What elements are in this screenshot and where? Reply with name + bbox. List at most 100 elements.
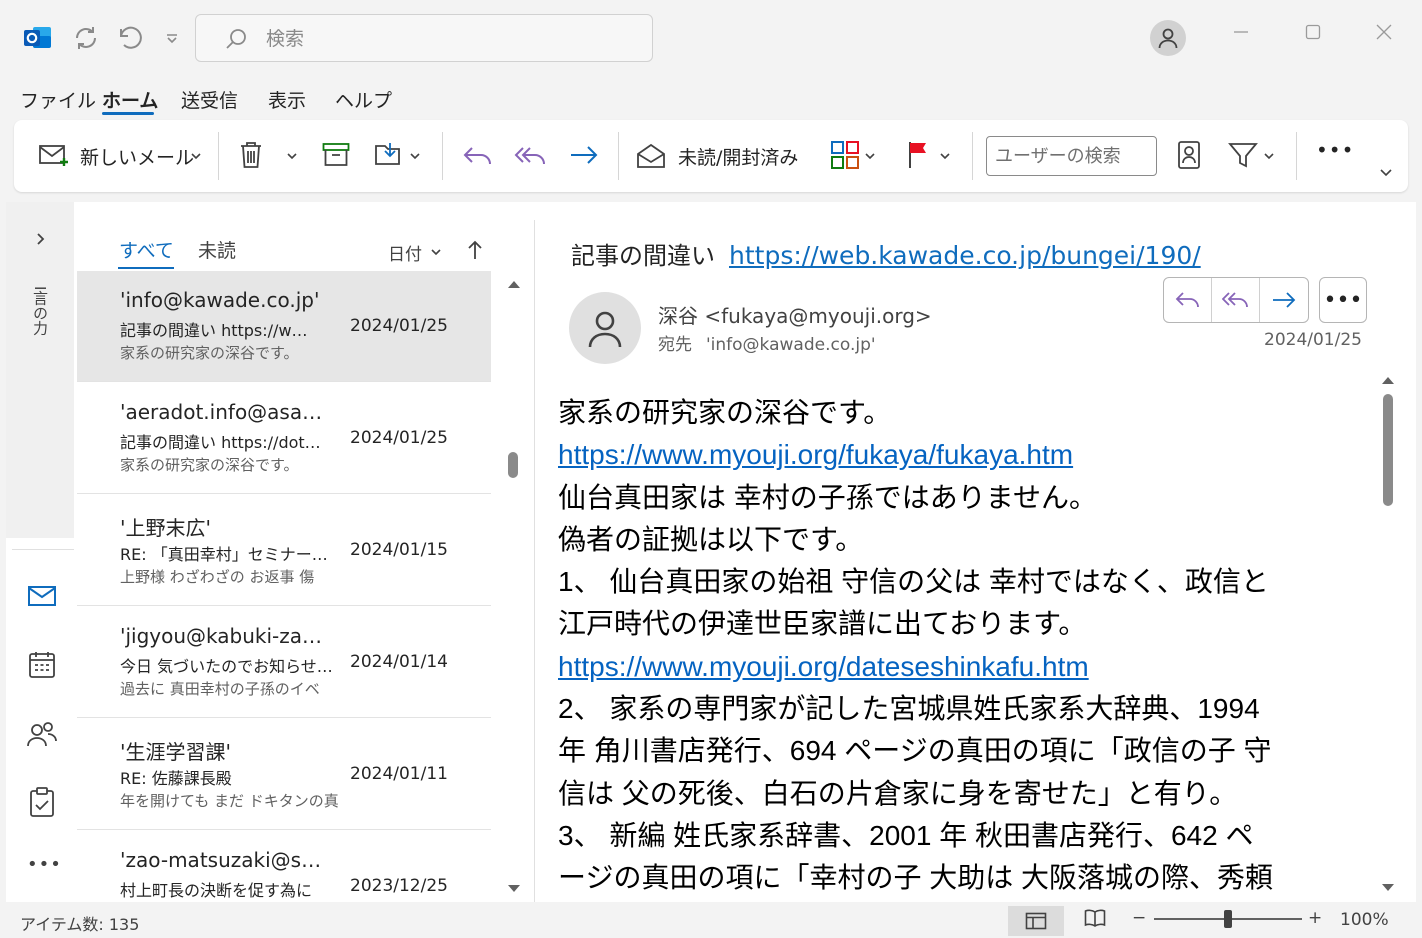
- nav-calendar[interactable]: [22, 645, 62, 685]
- body-line: 年 角川書店発行、694 ページの真田の項に「政信の子 守: [558, 735, 1272, 767]
- chevron-down-icon: [191, 153, 201, 160]
- message-row[interactable]: 'info@kawade.co.jp' 記事の間違い https://w… 20…: [77, 271, 491, 382]
- message-date: 2024/01/15: [350, 540, 448, 560]
- reply-all-icon: [1221, 292, 1248, 308]
- chevron-down-icon[interactable]: [939, 150, 951, 162]
- message-subject: RE: 佐藤課長殿: [120, 769, 232, 788]
- sort-direction-icon[interactable]: [466, 239, 484, 261]
- user-search-input[interactable]: [986, 136, 1157, 176]
- received-date: 2024/01/25: [1264, 330, 1362, 350]
- body-link[interactable]: https://www.myouji.org/fukaya/fukaya.htm: [558, 434, 1368, 476]
- reading-pane-scrollbar[interactable]: [1383, 394, 1393, 506]
- menu-view[interactable]: 表示: [268, 86, 306, 113]
- pane-divider[interactable]: [534, 220, 535, 902]
- menu-send-receive[interactable]: 送受信: [181, 86, 238, 113]
- categorize-button[interactable]: [830, 140, 860, 174]
- message-list-scrollbar[interactable]: [508, 452, 518, 478]
- tab-unread[interactable]: 未読: [198, 236, 236, 263]
- view-normal-button[interactable]: [1008, 906, 1064, 936]
- tab-all[interactable]: すべて: [119, 236, 174, 263]
- zoom-out-button[interactable]: −: [1132, 908, 1146, 928]
- reading-forward-button[interactable]: [1260, 278, 1308, 322]
- message-row[interactable]: '上野末広' RE: 「真田幸村」セミナーの件 2024/01/15 上野様 わ…: [77, 495, 491, 606]
- read-unread-button[interactable]: 未読/開封済み: [636, 140, 816, 174]
- scroll-down-arrow-icon[interactable]: [507, 884, 521, 894]
- sort-label: 日付: [388, 245, 422, 265]
- message-row[interactable]: '生涯学習課' RE: 佐藤課長殿 2024/01/11 年を開けても まだ ド…: [77, 719, 491, 830]
- reading-reply-all-button[interactable]: [1212, 278, 1260, 322]
- message-preview: 上野様 わざわざの お返事 傷: [120, 568, 315, 586]
- maximize-icon: [1305, 24, 1321, 40]
- nav-tasks[interactable]: [22, 782, 62, 822]
- undo-icon[interactable]: [115, 24, 143, 56]
- folder-pane-label[interactable]: I言の力: [30, 286, 51, 335]
- message-row[interactable]: 'zao-matsuzaki@s… 村上町長の決断を促す為に 2023/12/2…: [77, 831, 491, 902]
- chevron-down-icon[interactable]: [864, 150, 876, 162]
- move-button[interactable]: [374, 140, 404, 174]
- search-box[interactable]: [195, 14, 653, 62]
- account-avatar[interactable]: [1150, 20, 1186, 56]
- reply-button[interactable]: [462, 140, 494, 174]
- zoom-percent[interactable]: 100%: [1340, 910, 1389, 930]
- reading-more-button[interactable]: •••: [1319, 277, 1367, 323]
- reading-view-icon: [1084, 909, 1106, 927]
- message-date: 2024/01/11: [350, 764, 448, 784]
- chevron-down-icon[interactable]: [409, 150, 421, 162]
- menu-file[interactable]: ファイル: [20, 86, 96, 113]
- sync-icon[interactable]: [72, 24, 100, 56]
- sender-avatar[interactable]: [569, 292, 641, 364]
- archive-button[interactable]: [322, 142, 350, 172]
- zoom-slider-thumb[interactable]: [1224, 910, 1232, 928]
- nav-people[interactable]: [22, 714, 62, 754]
- folder-pane-collapsed: [6, 202, 74, 538]
- address-book-button[interactable]: [1176, 140, 1202, 174]
- message-row[interactable]: 'jigyou@kabuki-za… 今日 気づいたのでお知らせ… 2024/0…: [77, 607, 491, 718]
- flag-button[interactable]: [906, 140, 932, 174]
- scroll-down-arrow-icon[interactable]: [1381, 883, 1395, 893]
- item-count: アイテム数: 135: [20, 915, 140, 934]
- recipient[interactable]: 'info@kawade.co.jp': [706, 335, 876, 355]
- body-line: 江戸時代の伊達世臣家譜に出ております。: [558, 608, 1087, 640]
- message-row[interactable]: 'aeradot.info@asa… 記事の間違い https://dot… 2…: [77, 383, 491, 494]
- sort-by-date-button[interactable]: 日付: [388, 238, 448, 265]
- minimize-button[interactable]: [1226, 22, 1256, 47]
- search-input[interactable]: [266, 25, 626, 53]
- ribbon-more-button[interactable]: •••: [1316, 138, 1354, 162]
- customize-quick-access-icon[interactable]: [164, 30, 180, 50]
- nav-mail[interactable]: [22, 576, 62, 616]
- message-from: 'aeradot.info@asa…: [120, 400, 323, 424]
- sender-name[interactable]: 深谷 <fukaya@myouji.org>: [658, 300, 932, 329]
- expand-folder-pane-icon[interactable]: [34, 232, 48, 246]
- scroll-up-arrow-icon[interactable]: [1381, 375, 1395, 385]
- message-subject: 記事の間違い https://w…: [120, 321, 308, 340]
- chevron-down-icon[interactable]: [286, 150, 298, 162]
- body-line: 1、 仙台真田家の始祖 守信の父は 幸村ではなく、政信と: [558, 566, 1269, 598]
- flag-icon: [909, 142, 926, 168]
- body-link[interactable]: https://www.myouji.org/dateseshinkafu.ht…: [558, 646, 1368, 688]
- menu-home[interactable]: ホーム: [102, 86, 158, 113]
- view-reading-button[interactable]: [1084, 908, 1106, 932]
- message-from: 'info@kawade.co.jp': [120, 288, 320, 312]
- maximize-button[interactable]: [1298, 22, 1328, 47]
- categorize-icon: [831, 141, 859, 169]
- reply-all-button[interactable]: [514, 140, 548, 174]
- menu-help[interactable]: ヘルプ: [335, 86, 392, 113]
- nav-more-icon[interactable]: •••: [27, 854, 62, 875]
- close-button[interactable]: [1369, 22, 1399, 47]
- message-action-group: [1163, 277, 1309, 323]
- zoom-in-button[interactable]: +: [1308, 908, 1322, 928]
- trash-icon: [241, 142, 261, 168]
- chevron-down-icon[interactable]: [1263, 150, 1275, 162]
- new-mail-button[interactable]: 新しいメール: [36, 140, 206, 174]
- message-preview: 過去に 真田幸村の子孫のイベ: [120, 680, 320, 698]
- scroll-up-arrow-icon[interactable]: [507, 279, 521, 289]
- forward-button[interactable]: [568, 140, 600, 174]
- body-line: 3、 新編 姓氏家系辞書、2001 年 秋田書店発行、642 ペ: [558, 819, 1254, 851]
- subject-link[interactable]: https://web.kawade.co.jp/bungei/190/: [729, 241, 1201, 270]
- delete-button[interactable]: [238, 140, 264, 174]
- filter-button[interactable]: [1228, 140, 1258, 174]
- message-from: 'jigyou@kabuki-za…: [120, 624, 323, 648]
- subject-text: 記事の間違い: [571, 242, 715, 270]
- expand-ribbon-icon[interactable]: [1379, 166, 1393, 180]
- reading-reply-button[interactable]: [1164, 278, 1212, 322]
